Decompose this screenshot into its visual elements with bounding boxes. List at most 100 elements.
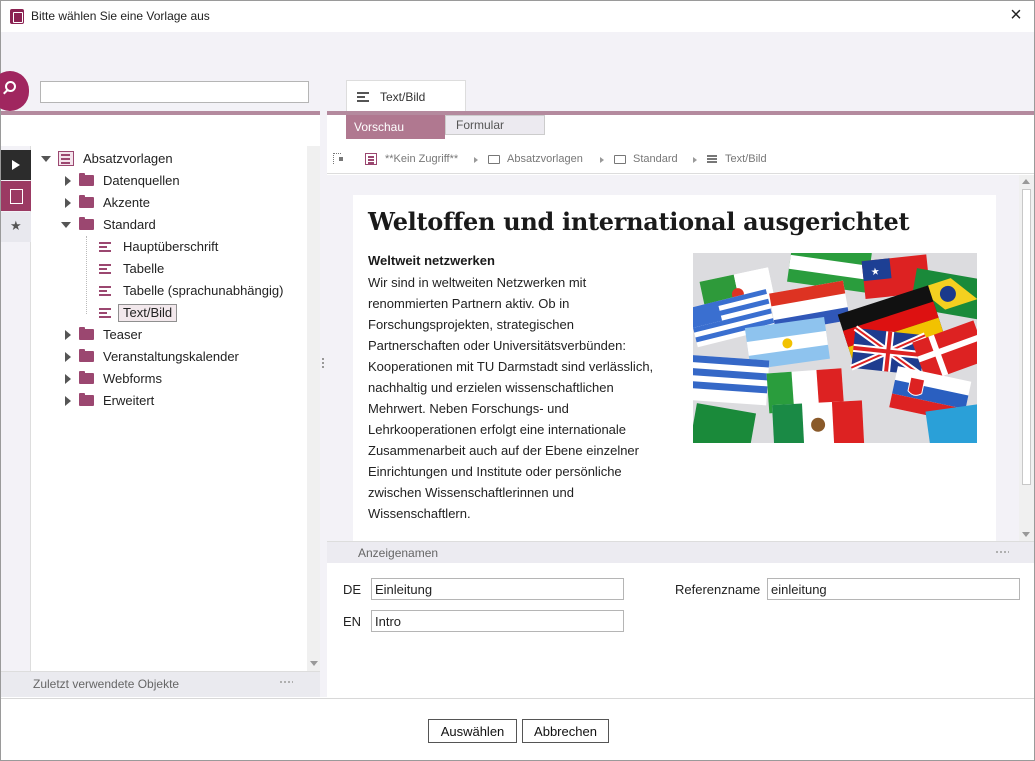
chevron-down-icon[interactable] — [61, 222, 71, 228]
tree-item-veranstaltungskalender[interactable]: Veranstaltungskalender — [61, 347, 301, 367]
project-root-marker — [339, 157, 343, 161]
recent-objects-label: Zuletzt verwendete Objekte — [33, 677, 180, 691]
template-icon — [99, 286, 111, 296]
template-icon — [99, 242, 111, 252]
de-label: DE — [343, 582, 362, 597]
display-names-panel: DE EN Referenzname — [327, 563, 1034, 697]
svg-text:★: ★ — [870, 266, 880, 278]
preview-subtitle: Weltweit netzwerken — [368, 253, 495, 268]
tree-item-label: Text/Bild — [118, 304, 178, 322]
breadcrumb-item[interactable]: Text/Bild — [725, 153, 767, 165]
tree-item-label: Webforms — [103, 371, 162, 386]
display-names-label: Anzeigenamen — [358, 546, 439, 560]
select-button[interactable]: Auswählen — [428, 719, 517, 743]
folder-icon — [79, 173, 94, 186]
tree-item-label: Veranstaltungskalender — [103, 349, 239, 364]
breadcrumb: **Kein Zugriff** Absatzvorlagen Standard… — [327, 146, 1034, 174]
recent-objects-bar[interactable]: Zuletzt verwendete Objekte — [1, 671, 320, 697]
tree-item-text-bild[interactable]: Text/Bild — [97, 303, 297, 323]
de-name-field[interactable] — [371, 578, 624, 600]
favorites-star-icon[interactable] — [1, 212, 31, 242]
tree-item-label: Absatzvorlagen — [83, 151, 173, 166]
folder-icon — [488, 155, 500, 164]
template-tree: Absatzvorlagen Datenquellen Akzente Stan… — [31, 146, 307, 671]
navigation-tab-icon[interactable] — [1, 150, 31, 180]
window-title: Bitte wählen Sie eine Vorlage aus — [31, 9, 210, 23]
tree-item-teaser[interactable]: Teaser — [61, 325, 301, 345]
chevron-right-icon[interactable] — [65, 198, 71, 208]
more-icon[interactable] — [279, 681, 293, 683]
templates-tab-icon[interactable] — [1, 181, 31, 211]
reference-name-field[interactable] — [767, 578, 1020, 600]
tree-item-label: Datenquellen — [103, 173, 180, 188]
folder-icon — [79, 327, 94, 340]
preview-body: Wir sind in weltweiten Netzwerken mit re… — [368, 275, 654, 521]
cancel-button[interactable]: Abbrechen — [522, 719, 609, 743]
scroll-down-icon[interactable] — [1022, 532, 1030, 537]
scroll-thumb[interactable] — [1022, 189, 1031, 485]
tree-item-hauptueberschrift[interactable]: Hauptüberschrift — [97, 237, 297, 257]
tree-item-tabelle-sprachunabhaengig[interactable]: Tabelle (sprachunabhängig) — [97, 281, 307, 301]
tree-item-label: Tabelle — [123, 261, 165, 276]
en-label: EN — [343, 614, 362, 629]
search-input[interactable] — [40, 81, 309, 103]
tree-item-label: Erweitert — [103, 393, 155, 408]
close-icon[interactable]: × — [1006, 5, 1026, 26]
chevron-right-icon — [600, 157, 604, 163]
tree-item-webforms[interactable]: Webforms — [61, 369, 301, 389]
breadcrumb-item[interactable]: **Kein Zugriff** — [385, 153, 458, 165]
preview-area: Weltoffen und international ausgerichtet… — [327, 175, 1019, 541]
tree-item-standard[interactable]: Standard — [61, 215, 301, 235]
tab-label: Text/Bild — [380, 90, 426, 104]
folder-icon — [614, 155, 626, 164]
tree-item-erweitert[interactable]: Erweitert — [61, 391, 301, 411]
breadcrumb-item[interactable]: Standard — [633, 153, 678, 165]
template-store-icon — [365, 153, 377, 165]
en-name-field[interactable] — [371, 610, 624, 632]
preview-title: Weltoffen und international ausgerichtet — [368, 207, 910, 236]
tree-item-tabelle[interactable]: Tabelle — [97, 259, 297, 279]
title-bar: Bitte wählen Sie eine Vorlage aus × — [1, 1, 1034, 32]
tab-preview[interactable]: Vorschau — [346, 115, 445, 139]
chevron-right-icon[interactable] — [65, 330, 71, 340]
scroll-down-icon[interactable] — [310, 661, 318, 666]
tree-item-label: Teaser — [103, 327, 143, 342]
display-names-bar[interactable]: Anzeigenamen — [327, 541, 1034, 563]
folder-icon — [79, 393, 94, 406]
chevron-right-icon[interactable] — [65, 374, 71, 384]
flags-image: ★ — [693, 253, 977, 443]
chevron-right-icon[interactable] — [65, 396, 71, 406]
chevron-down-icon[interactable] — [41, 156, 51, 162]
dialog-footer: Auswählen Abbrechen — [1, 698, 1034, 760]
tab-text-bild[interactable]: Text/Bild — [346, 80, 466, 111]
folder-icon — [79, 349, 94, 362]
tree-item-label: Tabelle (sprachunabhängig) — [123, 283, 284, 298]
flags-illustration: ★ — [693, 253, 977, 443]
folder-icon — [79, 195, 94, 208]
tree-item-label: Hauptüberschrift — [123, 239, 219, 254]
scroll-up-icon[interactable] — [1022, 179, 1030, 184]
template-icon — [99, 308, 111, 318]
side-tab-bar — [1, 146, 31, 671]
left-header-area — [1, 115, 320, 145]
splitter-handle[interactable] — [320, 111, 327, 697]
tree-item-absatzvorlagen[interactable]: Absatzvorlagen — [39, 149, 299, 169]
breadcrumb-item[interactable]: Absatzvorlagen — [507, 153, 583, 165]
chevron-right-icon[interactable] — [65, 352, 71, 362]
app-icon — [10, 9, 24, 24]
chevron-right-icon — [693, 157, 697, 163]
tree-item-label: Akzente — [103, 195, 150, 210]
template-icon — [707, 155, 717, 163]
tree-item-datenquellen[interactable]: Datenquellen — [61, 171, 301, 191]
template-icon — [99, 264, 111, 274]
tab-form[interactable]: Formular — [445, 115, 545, 135]
folder-icon — [79, 371, 94, 384]
more-icon[interactable] — [995, 551, 1009, 553]
chevron-right-icon[interactable] — [65, 176, 71, 186]
tree-scrollbar[interactable] — [307, 146, 320, 671]
template-icon — [357, 92, 369, 102]
folder-icon — [79, 217, 94, 230]
preview-scrollbar[interactable] — [1019, 175, 1034, 541]
tree-item-akzente[interactable]: Akzente — [61, 193, 301, 213]
tree-item-label: Standard — [103, 217, 156, 232]
